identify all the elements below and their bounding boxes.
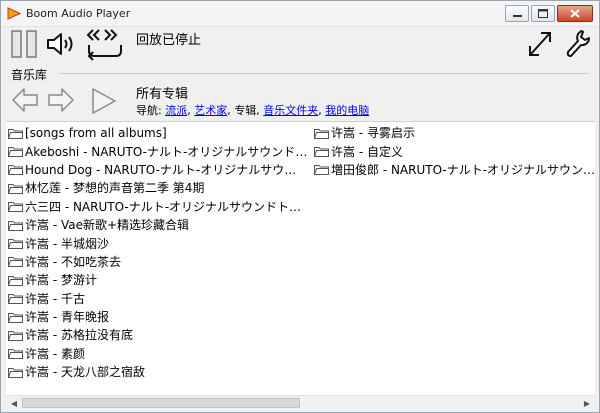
album-name: 许嵩 - 自定义	[331, 144, 403, 159]
list-item[interactable]: 许嵩 - 半城烟沙	[8, 234, 308, 252]
title-bar[interactable]: Boom Audio Player	[1, 1, 599, 27]
folder-icon	[8, 294, 23, 305]
maximize-button[interactable]	[531, 5, 555, 22]
folder-icon	[314, 147, 329, 158]
album-name: 许嵩 - 素颜	[25, 346, 85, 361]
breadcrumb-prefix: 导航:	[136, 104, 166, 117]
folder-icon	[8, 165, 23, 176]
album-name: 许嵩 - 青年晚报	[25, 310, 109, 325]
list-item[interactable]: 许嵩 - 千古	[8, 290, 308, 308]
play-icon[interactable]	[91, 87, 117, 115]
forward-arrow-icon[interactable]	[47, 87, 75, 113]
list-item[interactable]: 许嵩 - 寻雾启示	[314, 124, 599, 142]
album-name: 林忆莲 - 梦想的声音第二季 第4期	[25, 181, 205, 196]
folder-icon	[314, 165, 329, 176]
list-item[interactable]: 许嵩 - 梦游计	[8, 271, 308, 289]
album-name: 许嵩 - 不如吃茶去	[25, 254, 121, 269]
folder-icon	[8, 147, 23, 158]
window-title: Boom Audio Player	[26, 7, 131, 20]
library-divider	[59, 73, 589, 74]
fullscreen-icon[interactable]	[527, 30, 553, 58]
album-column-left: [songs from all albums] Akeboshi - NARUTO…	[8, 124, 308, 381]
back-arrow-icon[interactable]	[11, 87, 39, 113]
album-name: 许嵩 - 千古	[25, 291, 85, 306]
folder-icon	[8, 128, 23, 139]
playback-status: 回放已停止	[136, 33, 202, 48]
list-item[interactable]: Hound Dog - NARUTO-ナルト-オリジナルサウンドトラック	[8, 161, 308, 179]
list-item[interactable]: 许嵩 - 苏格拉没有底	[8, 326, 308, 344]
breadcrumb-link-my-computer[interactable]: 我的电脑	[325, 104, 369, 117]
list-item[interactable]: 増田俊郎 - NARUTO-ナルト-オリジナルサウンドトラック	[314, 161, 599, 179]
breadcrumb-link-genre[interactable]: 流派	[165, 104, 187, 117]
maximize-icon	[532, 6, 554, 21]
scrollbar-thumb[interactable]	[22, 398, 300, 408]
folder-icon	[8, 220, 23, 231]
album-name: 许嵩 - 梦游计	[25, 273, 97, 288]
list-item[interactable]: 许嵩 - 不如吃茶去	[8, 253, 308, 271]
list-item[interactable]: 许嵩 - Vae新歌+精选珍藏合辑	[8, 216, 308, 234]
settings-wrench-icon[interactable]	[565, 29, 591, 59]
list-item[interactable]: 许嵩 - 自定义	[314, 142, 599, 160]
folder-icon	[8, 312, 23, 323]
album-name: 増田俊郎 - NARUTO-ナルト-オリジナルサウンドトラック	[331, 162, 599, 177]
album-name: 许嵩 - Vae新歌+精选珍藏合辑	[25, 218, 190, 233]
repeat-icon[interactable]	[85, 27, 125, 61]
breadcrumb-link-music-folder[interactable]: 音乐文件夹	[263, 104, 318, 117]
list-item[interactable]: 六三四 - NARUTO-ナルト-オリジナルサウンドトラック	[8, 198, 308, 216]
folder-icon	[8, 202, 23, 213]
list-item[interactable]: Akeboshi - NARUTO-ナルト-オリジナルサウンドトラック	[8, 142, 308, 160]
folder-icon	[8, 275, 23, 286]
folder-icon	[314, 128, 329, 139]
album-column-right: 许嵩 - 寻雾启示 许嵩 - 自定义増田俊郎 - NARUTO-ナルト-オリジナル…	[314, 124, 599, 179]
breadcrumb: 导航: 流派, 艺术家, 专辑, 音乐文件夹, 我的电脑	[136, 102, 369, 118]
folder-icon	[8, 367, 23, 378]
close-icon	[558, 6, 592, 21]
minimize-button[interactable]	[505, 5, 529, 22]
folder-icon	[8, 349, 23, 360]
app-logo-icon	[7, 7, 21, 20]
horizontal-scrollbar[interactable]: ◀ ▶	[6, 395, 595, 409]
folder-icon	[8, 183, 23, 194]
album-heading: 所有专辑	[136, 87, 189, 102]
album-list[interactable]: [songs from all albums] Akeboshi - NARUTO…	[6, 121, 599, 395]
album-name: Hound Dog - NARUTO-ナルト-オリジナルサウンドトラック	[25, 162, 308, 177]
list-item[interactable]: 林忆莲 - 梦想的声音第二季 第4期	[8, 179, 308, 197]
list-item[interactable]: 许嵩 - 素颜	[8, 345, 308, 363]
scroll-left-arrow[interactable]: ◀	[7, 397, 21, 409]
album-name: [songs from all albums]	[25, 126, 167, 141]
album-name: 许嵩 - 半城烟沙	[25, 236, 109, 251]
breadcrumb-link-artist[interactable]: 艺术家	[194, 104, 227, 117]
album-name: 许嵩 - 天龙八部之宿敌	[25, 365, 145, 380]
close-button[interactable]	[557, 5, 593, 22]
list-item[interactable]: [songs from all albums]	[8, 124, 308, 142]
folder-icon	[8, 330, 23, 341]
navigation-area: 所有专辑 导航: 流派, 艺术家, 专辑, 音乐文件夹, 我的电脑	[1, 81, 599, 121]
minimize-icon	[506, 6, 528, 21]
breadcrumb-current-album: , 专辑,	[227, 104, 264, 117]
folder-icon	[8, 239, 23, 250]
volume-icon[interactable]	[46, 31, 76, 57]
list-item[interactable]: 许嵩 - 青年晚报	[8, 308, 308, 326]
player-toolbar: 回放已停止	[1, 27, 599, 65]
album-name: 许嵩 - 苏格拉没有底	[25, 328, 133, 343]
album-name: 六三四 - NARUTO-ナルト-オリジナルサウンドトラック	[25, 199, 308, 214]
scroll-right-arrow[interactable]: ▶	[580, 397, 594, 409]
album-name: 许嵩 - 寻雾启示	[331, 126, 415, 141]
list-item[interactable]: 许嵩 - 天龙八部之宿敌	[8, 363, 308, 381]
app-window: Boom Audio Player 回放已停止 音乐库 所有专辑 导航: 流派,…	[0, 0, 600, 413]
folder-icon	[8, 257, 23, 268]
pause-icon[interactable]	[11, 30, 38, 58]
album-name: Akeboshi - NARUTO-ナルト-オリジナルサウンドトラック	[25, 144, 308, 159]
